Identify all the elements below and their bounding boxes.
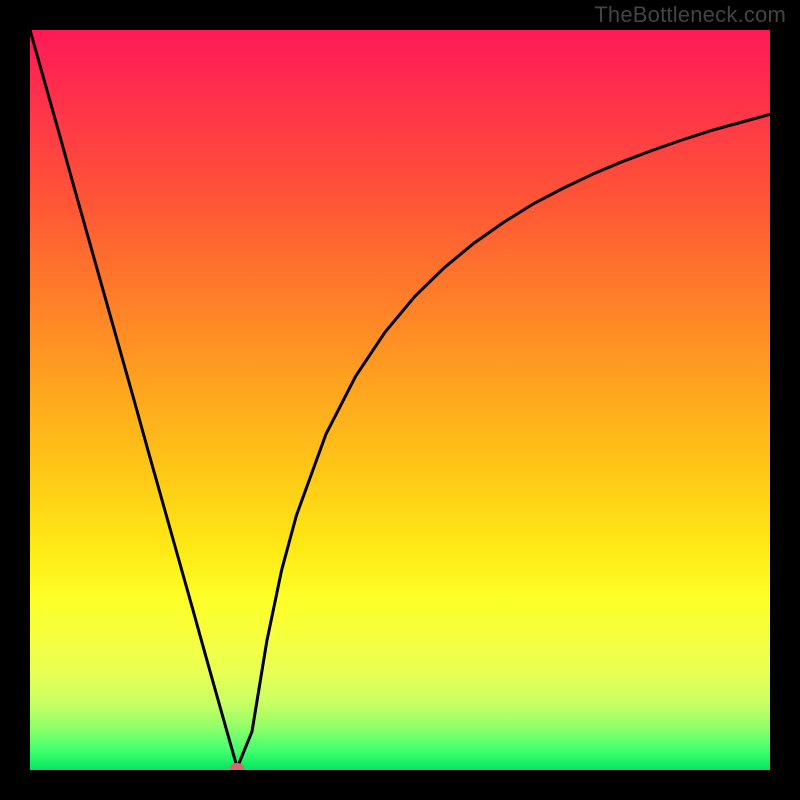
curve-path: [30, 30, 770, 768]
bottleneck-curve: [30, 30, 770, 770]
watermark-text: TheBottleneck.com: [594, 2, 786, 28]
optimal-point-marker: [230, 763, 244, 770]
plot-area: [30, 30, 770, 770]
chart-frame: TheBottleneck.com: [0, 0, 800, 800]
